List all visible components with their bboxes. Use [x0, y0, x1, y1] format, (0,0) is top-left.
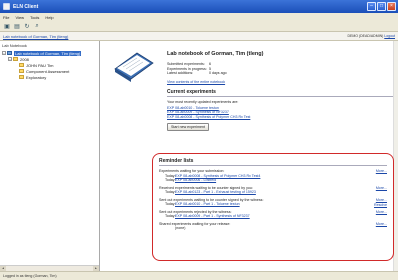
search-icon[interactable]: ⌕: [33, 22, 41, 30]
title-bar: ELN Client – □ ×: [0, 0, 398, 13]
tree-item-label: Lab notebook of Gorman, Tim (tleng): [14, 50, 82, 56]
reminder-item: Today: EXP 08-ab0006 - Lostfeld: [159, 178, 387, 183]
tree-item-label: JOHN PAU Tim: [26, 62, 54, 68]
tree-expander-icon[interactable]: −: [2, 51, 6, 55]
reminder-date: Today:: [165, 178, 176, 182]
reminder-groups: Experiments waiting for your submission:…: [159, 169, 387, 231]
status-bar: Logged in as tleng (Gorman, Tim): [0, 271, 398, 280]
more-link[interactable]: More...: [376, 198, 387, 202]
more-link[interactable]: More...: [376, 169, 387, 173]
sidebar: Lab Notebook − Lab notebook of Gorman, Ti…: [0, 41, 100, 271]
maximize-button[interactable]: □: [377, 2, 386, 11]
reminder-item: Today: EXP 08-ab0009 - Part 1 - Synthesis…: [159, 214, 387, 219]
reminder-group: Received experiments waiting to be count…: [159, 186, 387, 195]
user-info: DEMO (DEAD/ADMIN) Logout: [348, 34, 395, 38]
folder-icon: [13, 57, 18, 61]
reminder-group: Sent out experiments waiting to be count…: [159, 198, 387, 207]
minimize-button[interactable]: –: [367, 2, 376, 11]
start-new-experiment-button[interactable]: Start new experiment: [167, 123, 209, 131]
more-link[interactable]: More...: [376, 210, 387, 214]
experiment-link[interactable]: EXP 08-ab0008 - Synthesis of Polymer CH3…: [167, 115, 393, 120]
reminder-experiment-link[interactable]: EXP 08-ab0006 - Lostfeld: [175, 178, 216, 183]
reminder-group: Shared experiments waiting for your rele…: [159, 222, 387, 231]
breadcrumb[interactable]: Lab notebook of Gorman, Tim (tleng): [3, 34, 68, 39]
more-link[interactable]: More...: [376, 222, 387, 226]
reminder-experiment-link[interactable]: EXP 08-ab0009 - Part 1 - Synthesis of NF…: [175, 214, 250, 219]
notebook-summary: Lab notebook of Gorman, Tim (tleng) Subm…: [167, 51, 393, 131]
tree-item-label: Component Assessment: [26, 68, 70, 74]
notebook-icon: [114, 52, 154, 82]
save-icon[interactable]: ▣: [3, 22, 11, 30]
view-contents-link[interactable]: View contents of the entire notebook: [167, 80, 225, 84]
tree-item-label: 2008: [20, 56, 29, 62]
path-bar: Lab notebook of Gorman, Tim (tleng) DEMO…: [0, 32, 398, 41]
sidebar-header: Lab Notebook: [2, 43, 27, 48]
reminder-group: Experiments waiting for your submission:…: [159, 169, 387, 183]
reminder-date: Today:: [165, 202, 176, 206]
print-icon[interactable]: ▤: [13, 22, 21, 30]
resolve-link[interactable]: Resolve: [374, 203, 387, 207]
current-experiments-title: Current experiments: [167, 89, 393, 97]
logout-link[interactable]: Logout: [384, 34, 395, 38]
reminder-item: (none): [159, 226, 387, 231]
tree-item[interactable]: Exploratory: [2, 74, 97, 80]
reminder-panel: Reminder lists Experiments waiting for y…: [152, 153, 394, 261]
folder-icon: [19, 69, 24, 73]
close-button[interactable]: ×: [387, 2, 396, 11]
notebook-tree: − Lab notebook of Gorman, Tim (tleng) −200…: [2, 50, 97, 80]
reminder-item: Today: EXP 08-ab0123 - Part 1 - Exhaust t…: [159, 190, 387, 195]
app-icon: [3, 3, 10, 10]
stat-value: 0 days ago: [209, 71, 227, 75]
window-controls: – □ ×: [367, 2, 396, 11]
reminder-title: Reminder lists: [159, 158, 387, 166]
recent-label: Your most recently updated experiments a…: [167, 99, 239, 104]
menu-help[interactable]: Help: [45, 15, 53, 20]
reminder-experiment-link[interactable]: EXP 08-ab0010 - Part 1 - Toluene testun: [175, 202, 240, 207]
reminder-empty-text: (none): [175, 226, 186, 230]
reminder-date: Today:: [165, 190, 176, 194]
more-link[interactable]: More...: [376, 186, 387, 190]
reminder-date: Today:: [165, 214, 176, 218]
page-title: Lab notebook of Gorman, Tim (tleng): [167, 51, 264, 57]
menu-tools[interactable]: Tools: [30, 15, 39, 20]
stat-row: Latest additions: 0 days ago: [167, 71, 393, 76]
window-title: ELN Client: [13, 3, 39, 10]
notebook-stats: Submitted experiments: 6 Experiments in pr…: [167, 62, 393, 76]
tree-item-label: Exploratory: [26, 74, 47, 80]
menu-view[interactable]: View: [15, 15, 24, 20]
folder-icon: [19, 63, 24, 67]
toolbar: ▣ ▤ ↻ ⌕: [0, 21, 398, 32]
reminder-date: [165, 226, 175, 231]
user-label: DEMO (DEAD/ADMIN): [347, 34, 384, 38]
folder-icon: [19, 75, 24, 79]
reminder-group: Sent out experiments rejected by the wit…: [159, 210, 387, 219]
tree-expander-icon[interactable]: −: [8, 57, 12, 61]
reminder-item: Today: EXP 08-ab0010 - Part 1 - Toluene t…: [159, 202, 387, 207]
refresh-icon[interactable]: ↻: [23, 22, 31, 30]
stat-key: Latest additions:: [167, 71, 194, 75]
reminder-experiment-link[interactable]: EXP 08-ab0123 - Part 1 - Exhaust testing…: [175, 190, 256, 195]
recent-experiments-list: EXP 08-ab0010 - Toluene testun EXP 08-ab0…: [167, 106, 393, 120]
menu-bar: File View Tools Help: [0, 13, 398, 21]
notebook-icon: [7, 51, 12, 55]
menu-file[interactable]: File: [3, 15, 9, 20]
